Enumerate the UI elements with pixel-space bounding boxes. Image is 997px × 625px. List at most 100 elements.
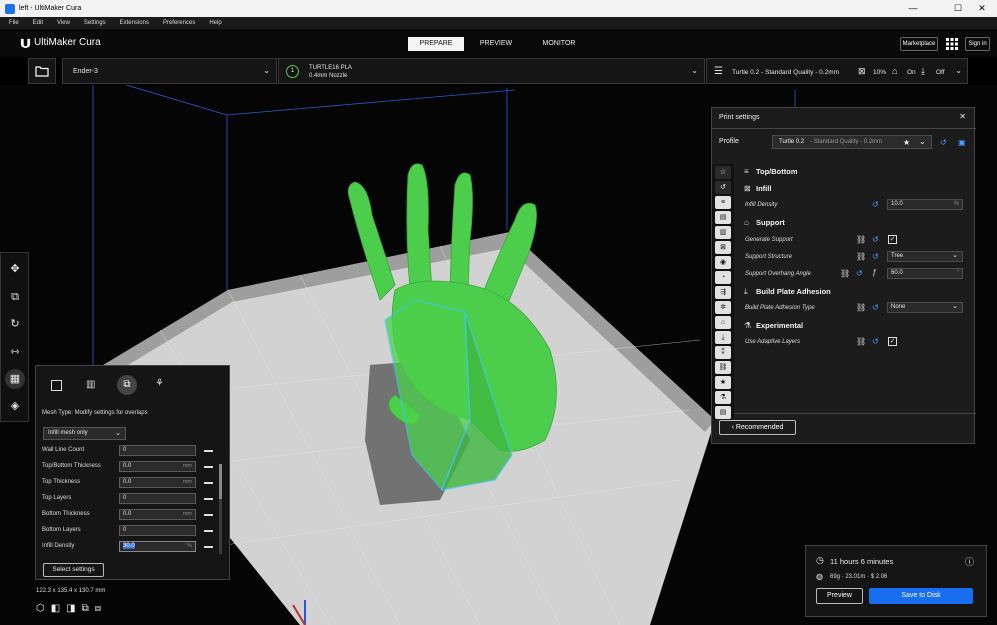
section-topbottom[interactable]: Top/Bottom: [756, 167, 798, 176]
section-infill[interactable]: Infill: [756, 184, 771, 193]
adhesion-type-dropdown[interactable]: None ⌄: [887, 302, 963, 313]
remove-setting-icon[interactable]: [204, 514, 213, 516]
open-file-button[interactable]: [28, 58, 56, 84]
menu-file[interactable]: File: [9, 20, 19, 26]
star-icon[interactable]: ★: [903, 138, 910, 147]
link-icon[interactable]: ⛓: [856, 303, 866, 312]
reset-icon[interactable]: ↺: [872, 200, 879, 209]
mesh-row-input[interactable]: 0: [119, 493, 196, 504]
printer-selector[interactable]: Ender-3 ⌄: [62, 58, 277, 84]
adhesion-category-icon[interactable]: ⤓: [715, 331, 731, 344]
remove-setting-icon[interactable]: [204, 498, 213, 500]
link-icon[interactable]: ⛓: [856, 235, 866, 244]
experimental-category-icon[interactable]: ⚗: [715, 391, 731, 404]
reset-icon[interactable]: ↺: [856, 269, 863, 278]
travel-category-icon[interactable]: ⇶: [715, 286, 731, 299]
close-window-button[interactable]: ✕: [967, 0, 997, 17]
reset-icon[interactable]: ↺: [872, 337, 879, 346]
infill-category-icon[interactable]: ⊠: [715, 241, 731, 254]
support-structure-dropdown[interactable]: Tree ⌄: [887, 251, 963, 262]
favorites-icon[interactable]: ☆: [715, 166, 731, 179]
quality-category-icon[interactable]: ≡: [715, 196, 731, 209]
marketplace-button[interactable]: Marketplace: [900, 37, 938, 51]
dual-extrusion-category-icon[interactable]: ⁑: [715, 346, 731, 359]
mesh-row-input[interactable]: 0: [119, 525, 196, 536]
infill-section-icon: ⊠: [744, 184, 751, 193]
generate-support-checkbox[interactable]: ✓: [888, 235, 897, 244]
mesh-row-input[interactable]: 0.0 mm: [119, 509, 196, 520]
section-support[interactable]: Support: [756, 218, 785, 227]
support-category-icon[interactable]: ⌂: [715, 316, 731, 329]
info-icon[interactable]: ⓘ: [965, 555, 974, 568]
mesh-fixes-category-icon[interactable]: ⛓: [715, 361, 731, 374]
chevron-down-icon: ⌄: [955, 66, 962, 75]
mesh-type-dropdown[interactable]: Infill mesh only ⌄: [43, 427, 126, 440]
recommended-button[interactable]: ‹ Recommended: [719, 420, 796, 435]
reset-icon[interactable]: ↺: [872, 235, 879, 244]
overhang-angle-input[interactable]: 60.0 °: [887, 268, 963, 279]
link-icon[interactable]: ⛓: [840, 269, 850, 278]
normal-model-icon[interactable]: [51, 380, 62, 391]
infill-density-input[interactable]: 10.0%: [887, 199, 963, 210]
mesh-row-input[interactable]: 0.0 mm: [119, 461, 196, 472]
mesh-row-input[interactable]: 30.0%: [119, 541, 196, 552]
save-to-disk-button[interactable]: Save to Disk: [869, 588, 973, 604]
menu-settings[interactable]: Settings: [84, 20, 106, 26]
remove-setting-icon[interactable]: [204, 546, 213, 548]
adhesion-icon: ⤓: [921, 66, 925, 76]
link-icon[interactable]: ⛓: [856, 337, 866, 346]
reset-icon[interactable]: ↺: [872, 252, 879, 261]
material-category-icon[interactable]: ◉: [715, 256, 731, 269]
remove-setting-icon[interactable]: [204, 450, 213, 452]
reset-icon[interactable]: ↺: [872, 303, 879, 312]
mirror-tool-icon[interactable]: ⇿: [5, 342, 25, 362]
modify-overlaps-icon[interactable]: ⧉: [117, 375, 137, 395]
special-modes-category-icon[interactable]: ★: [715, 376, 731, 389]
move-tool-icon[interactable]: ✥: [5, 259, 25, 279]
view-orientation-icons[interactable]: ⬡◧◨⧉⧈: [36, 603, 107, 614]
cooling-category-icon[interactable]: ✲: [715, 301, 731, 314]
preview-button[interactable]: Preview: [816, 588, 863, 604]
speed-category-icon[interactable]: ◔: [715, 271, 731, 284]
sign-in-button[interactable]: Sign in: [965, 37, 990, 51]
rotate-tool-icon[interactable]: ↻: [5, 314, 25, 334]
support-blocker-mesh-icon[interactable]: ⚘: [155, 378, 164, 389]
print-settings-selector[interactable]: ☰ Turtle 0.2 - Standard Quality - 0.2mm …: [706, 58, 968, 84]
section-experimental[interactable]: Experimental: [756, 321, 803, 330]
print-as-support-icon[interactable]: ▥: [86, 379, 95, 390]
per-model-settings-icon[interactable]: ▦: [5, 369, 25, 389]
function-icon[interactable]: ƒ: [872, 268, 876, 277]
tab-prepare[interactable]: PREPARE: [408, 37, 464, 51]
reset-profile-icon[interactable]: ↺: [940, 138, 947, 147]
menu-view[interactable]: View: [57, 20, 70, 26]
scale-tool-icon[interactable]: ⧉: [5, 287, 25, 307]
adaptive-layers-checkbox[interactable]: ✓: [888, 337, 897, 346]
menu-extensions[interactable]: Extensions: [120, 20, 149, 26]
mesh-row-input[interactable]: 0: [119, 445, 196, 456]
remove-setting-icon[interactable]: [204, 482, 213, 484]
document-category-icon[interactable]: ▤: [715, 406, 731, 419]
minimize-button[interactable]: —: [898, 0, 928, 17]
section-adhesion[interactable]: Build Plate Adhesion: [756, 287, 831, 296]
menu-edit[interactable]: Edit: [33, 20, 43, 26]
link-icon[interactable]: ⛓: [856, 252, 866, 261]
select-settings-button[interactable]: Select settings: [43, 563, 104, 577]
material-selector[interactable]: 1 TURTLE16 PLA 0.4mm Nozzle ⌄: [278, 58, 705, 84]
reset-category-icon[interactable]: ↺: [715, 181, 731, 194]
mesh-row-input[interactable]: 0.0 mm: [119, 477, 196, 488]
menu-preferences[interactable]: Preferences: [163, 20, 195, 26]
app-name: UltiMaker Cura: [34, 37, 101, 48]
menu-help[interactable]: Help: [209, 20, 221, 26]
remove-setting-icon[interactable]: [204, 466, 213, 468]
close-icon[interactable]: ✕: [959, 112, 966, 121]
tab-preview[interactable]: PREVIEW: [470, 37, 522, 51]
walls-category-icon[interactable]: ▤: [715, 211, 731, 224]
tab-monitor[interactable]: MONITOR: [532, 37, 586, 51]
save-profile-icon[interactable]: ▣: [958, 138, 966, 147]
profile-dropdown[interactable]: Turtle 0.2 - Standard Quality - 0.2mm ★ …: [772, 135, 932, 149]
apps-grid-icon[interactable]: [946, 38, 958, 50]
settings-scrollbar[interactable]: [219, 464, 222, 554]
remove-setting-icon[interactable]: [204, 530, 213, 532]
support-blocker-icon[interactable]: ◈: [5, 396, 25, 416]
topbottom-category-icon[interactable]: ▥: [715, 226, 731, 239]
